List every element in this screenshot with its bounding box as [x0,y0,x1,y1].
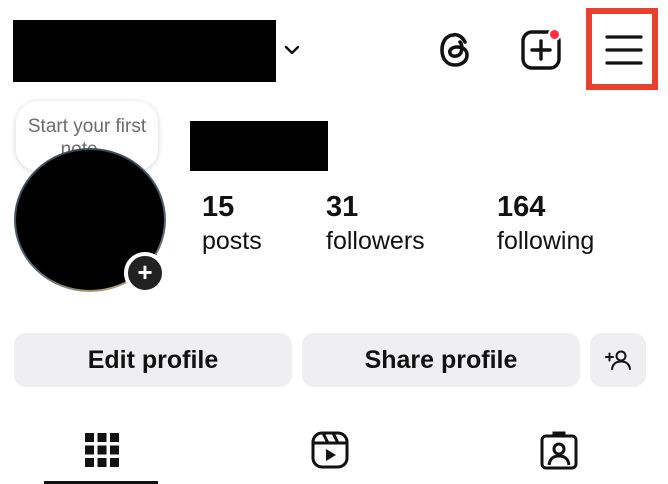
username-redacted[interactable] [13,20,276,82]
following-label: following [497,227,595,255]
discover-people-button[interactable] [590,333,646,387]
plus-icon[interactable]: + [124,252,166,294]
threads-icon[interactable] [435,28,477,72]
grid-icon[interactable] [82,430,122,470]
add-person-icon [605,350,631,370]
stat-posts[interactable]: 15 posts [202,190,262,258]
tagged-icon[interactable] [539,430,579,470]
edit-profile-button[interactable]: Edit profile [14,333,292,387]
hamburger-menu-icon[interactable] [604,31,644,69]
profile-name-redacted [190,121,328,171]
following-count: 164 [497,191,546,223]
reels-icon[interactable] [310,430,350,470]
posts-label: posts [202,227,262,255]
stat-following[interactable]: 164 following [497,190,594,258]
followers-label: followers [326,227,425,255]
profile-screen: Start your first note... + 15 posts 31 f… [0,0,668,484]
chevron-down-icon[interactable] [282,40,302,60]
followers-count: 31 [326,191,359,223]
stat-followers[interactable]: 31 followers [326,190,425,258]
notification-dot [548,28,561,41]
share-profile-button[interactable]: Share profile [302,333,580,387]
posts-count: 15 [202,191,235,223]
